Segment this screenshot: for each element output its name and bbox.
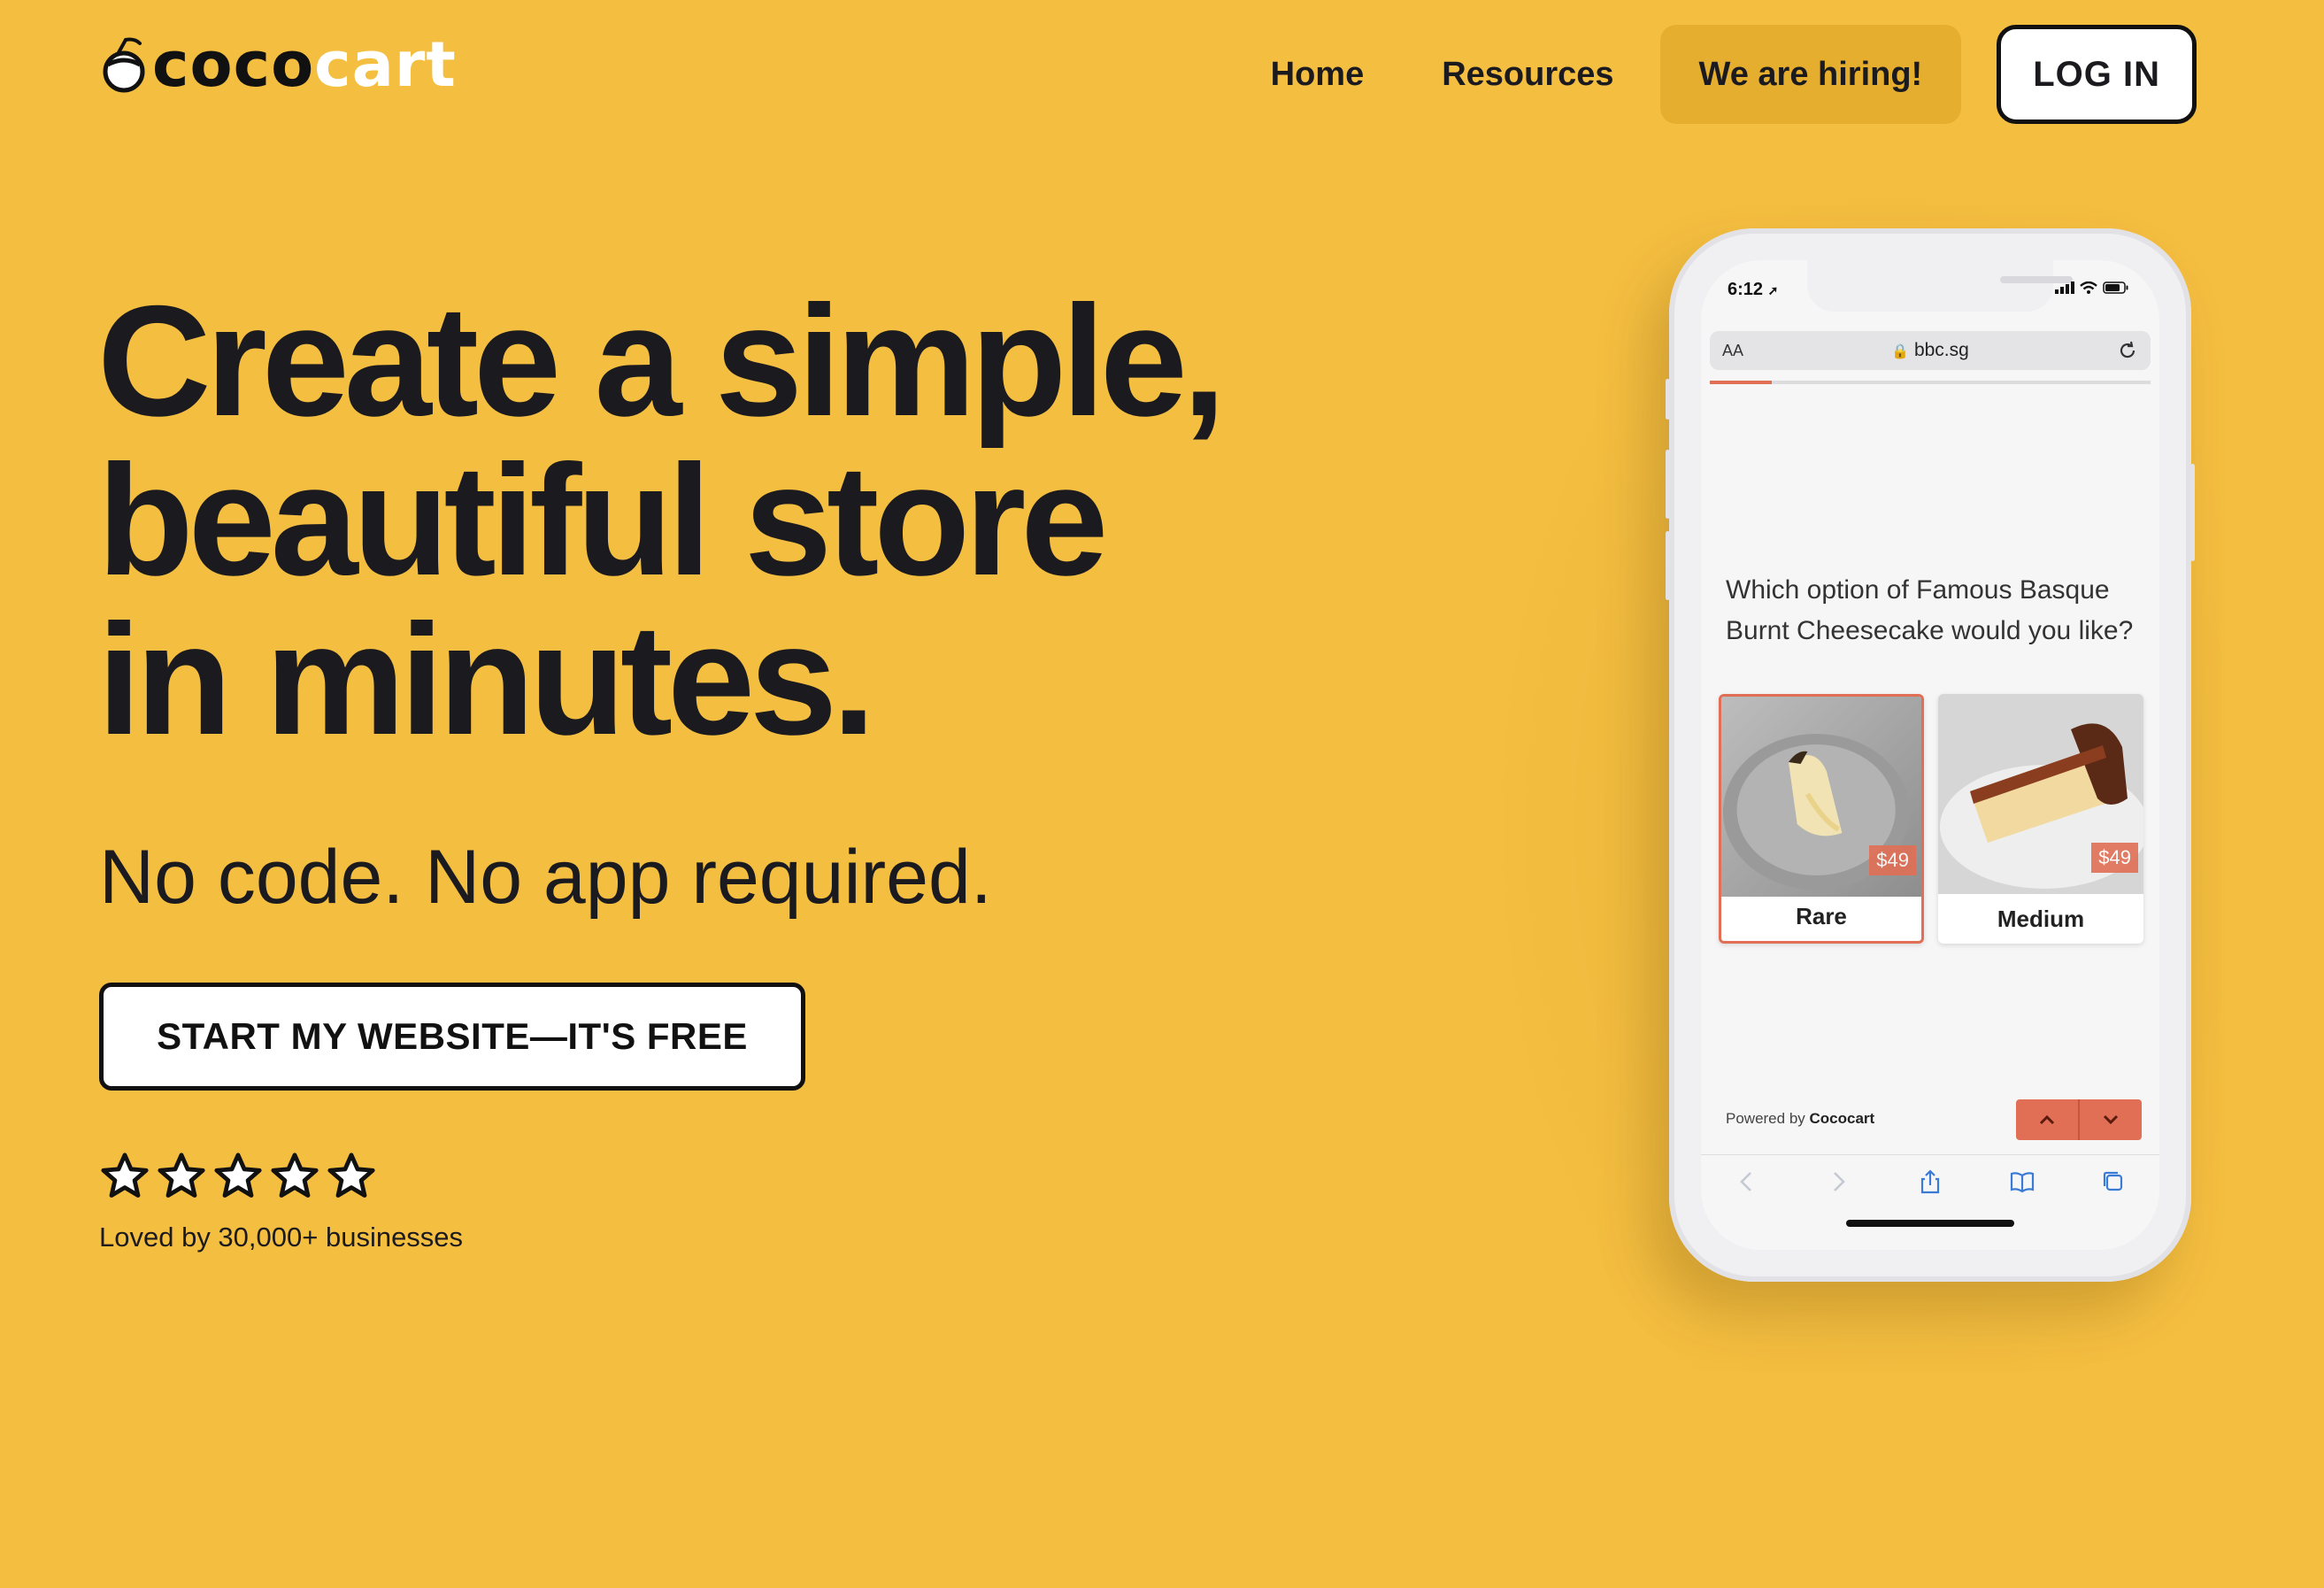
reload-icon[interactable] — [2117, 340, 2138, 361]
signal-icon — [2055, 281, 2074, 294]
headline-line-1: Create a simple, — [97, 273, 1226, 449]
option-card-medium[interactable]: $49 Medium — [1938, 694, 2143, 944]
form-progress-fill — [1710, 381, 1772, 384]
star-icon — [327, 1152, 375, 1198]
star-icon — [214, 1152, 262, 1198]
star-icon — [101, 1152, 149, 1198]
option-card-rare[interactable]: $49 Rare — [1719, 694, 1924, 944]
previous-question-button[interactable] — [2016, 1099, 2078, 1140]
logo-text-coco: coco — [152, 28, 315, 101]
status-time-text: 6:12 — [1728, 280, 1764, 299]
nav-home-link[interactable]: Home — [1232, 25, 1404, 124]
share-icon[interactable] — [1916, 1168, 1944, 1196]
nav-resources-link[interactable]: Resources — [1403, 25, 1652, 124]
location-icon: ➚ — [1767, 283, 1779, 297]
bookmarks-icon[interactable] — [2008, 1168, 2036, 1196]
next-question-button[interactable] — [2078, 1099, 2142, 1140]
option-price-rare: $49 — [1869, 845, 1916, 875]
loved-by-text: Loved by 30,000+ businesses — [99, 1222, 464, 1253]
rating-stars — [99, 1151, 377, 1202]
status-time: 6:12 ➚ — [1728, 280, 1778, 300]
nav-hiring-link[interactable]: We are hiring! — [1659, 25, 1962, 124]
url-text: bbc.sg — [1913, 340, 1969, 360]
logo-text-cart: cart — [314, 28, 457, 101]
phone-button-right — [2190, 464, 2195, 561]
phone-button-left-3 — [1666, 531, 1670, 600]
phone-notch — [1807, 260, 2073, 312]
status-icons — [2055, 281, 2129, 294]
back-icon[interactable] — [1733, 1168, 1761, 1196]
chevron-down-icon — [2103, 1114, 2119, 1125]
top-nav: Home Resources We are hiring! LOG IN — [1232, 25, 2197, 124]
hero-subhead: No code. No app required. — [99, 835, 992, 920]
phone-button-left-1 — [1666, 379, 1670, 420]
option-label-rare: Rare — [1796, 903, 1847, 929]
form-progress-bar — [1710, 381, 2151, 384]
question-nav-buttons — [2016, 1099, 2142, 1140]
browser-toolbar — [1701, 1154, 2159, 1208]
headline-line-2: beautiful store — [97, 432, 1108, 608]
tabs-icon[interactable] — [2099, 1168, 2128, 1196]
start-website-button[interactable]: START MY WEBSITE—IT'S FREE — [99, 983, 805, 1091]
lock-icon: 🔒 — [1891, 344, 1910, 359]
chevron-up-icon — [2039, 1114, 2055, 1125]
cococart-logo[interactable]: cococart — [99, 34, 457, 96]
powered-by-text: Powered by Cococart — [1726, 1110, 1874, 1128]
headline-line-3: in minutes. — [97, 591, 876, 767]
phone-screen: 6:12 ➚ AA 🔒 bbc.sg Which option of Famou… — [1701, 260, 2159, 1250]
login-button[interactable]: LOG IN — [1997, 25, 2197, 124]
phone-button-left-2 — [1666, 450, 1670, 519]
hero-headline: Create a simple, beautiful store in minu… — [97, 281, 1389, 759]
question-text: Which option of Famous Basque Burnt Chee… — [1726, 575, 2134, 645]
powered-brand: Cococart — [1809, 1110, 1875, 1127]
browser-url-bar[interactable]: AA 🔒 bbc.sg — [1710, 331, 2151, 370]
powered-prefix: Powered by — [1726, 1110, 1805, 1127]
option-label-medium: Medium — [1997, 906, 2085, 932]
option-price-medium: $49 — [2091, 843, 2138, 873]
forward-icon[interactable] — [1824, 1168, 1852, 1196]
star-icon — [271, 1152, 319, 1198]
star-icon — [158, 1152, 205, 1198]
battery-icon — [2103, 281, 2128, 294]
url-text-wrap: 🔒 bbc.sg — [1710, 340, 2151, 361]
logo-wordmark: cococart — [152, 34, 457, 96]
home-indicator — [1846, 1220, 2014, 1227]
wifi-icon — [2080, 281, 2097, 294]
phone-mockup: 6:12 ➚ AA 🔒 bbc.sg Which option of Famou… — [1666, 228, 2195, 1282]
coconut-icon — [103, 37, 145, 93]
